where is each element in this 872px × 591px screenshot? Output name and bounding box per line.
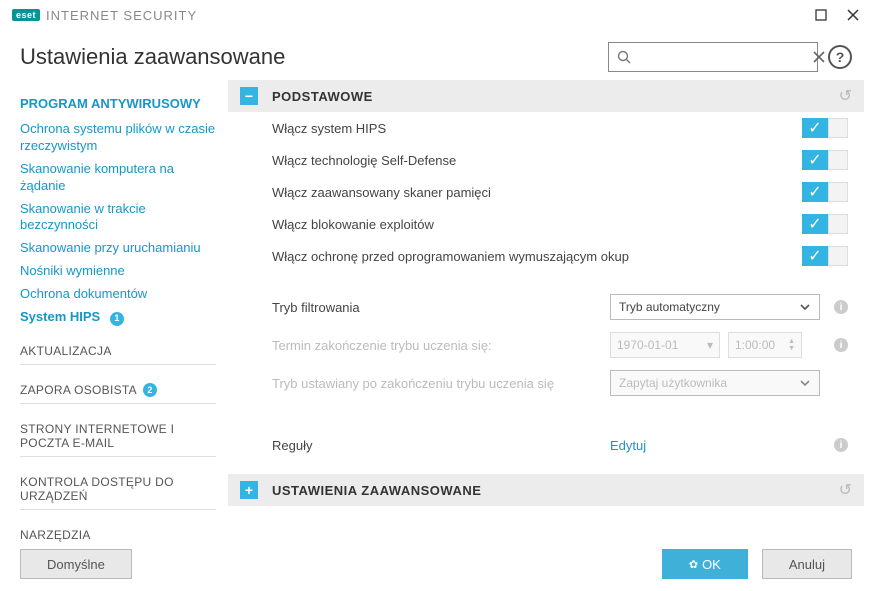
header: Ustawienia zaawansowane ? bbox=[0, 30, 872, 80]
chevron-down-icon bbox=[799, 301, 811, 313]
filter-mode-select[interactable]: Tryb automatyczny bbox=[610, 294, 820, 320]
titlebar: eset INTERNET SECURITY bbox=[0, 0, 872, 30]
row-after-learn: Tryb ustawiany po zakończeniu trybu ucze… bbox=[228, 364, 864, 402]
section-title: USTAWIENIA ZAAWANSOWANE bbox=[272, 483, 481, 498]
row-learn-end: Termin zakończenie trybu uczenia się: 19… bbox=[228, 326, 864, 364]
gear-icon: ✿ bbox=[689, 558, 698, 571]
sidebar-item-documents[interactable]: Ochrona dokumentów bbox=[20, 286, 216, 303]
sidebar-section-update[interactable]: AKTUALIZACJA bbox=[20, 344, 216, 358]
label: Termin zakończenie trybu uczenia się: bbox=[272, 338, 610, 353]
row-memscan: Włącz zaawansowany skaner pamięci ✓ bbox=[228, 176, 864, 208]
divider bbox=[20, 403, 216, 404]
toggle-label: Włącz technologię Self-Defense bbox=[272, 153, 802, 168]
chevron-down-icon bbox=[799, 377, 811, 389]
reset-icon[interactable]: ↺ bbox=[839, 480, 852, 500]
window-maximize-icon[interactable] bbox=[814, 8, 828, 22]
sidebar-item-ondemand[interactable]: Skanowanie komputera na żądanie bbox=[20, 161, 216, 195]
brand-logo: eset bbox=[12, 9, 40, 21]
row-ransomware: Włącz ochronę przed oprogramowaniem wymu… bbox=[228, 240, 864, 272]
label: Tryb ustawiany po zakończeniu trybu ucze… bbox=[272, 376, 610, 391]
toggle-label: Włącz zaawansowany skaner pamięci bbox=[272, 185, 802, 200]
cancel-button[interactable]: Anuluj bbox=[762, 549, 852, 579]
row-selfdefense: Włącz technologię Self-Defense ✓ bbox=[228, 144, 864, 176]
search-icon bbox=[617, 50, 631, 64]
ok-button[interactable]: ✿ OK bbox=[662, 549, 748, 579]
sidebar-item-startup[interactable]: Skanowanie przy uruchamianiu bbox=[20, 240, 216, 257]
spinner-icon: ▲▼ bbox=[788, 338, 795, 352]
window-close-icon[interactable] bbox=[846, 8, 860, 22]
toggle-hips[interactable]: ✓ bbox=[802, 118, 848, 138]
after-learn-select: Zapytaj użytkownika bbox=[610, 370, 820, 396]
default-button[interactable]: Domyślne bbox=[20, 549, 132, 579]
product-name: INTERNET SECURITY bbox=[46, 8, 197, 23]
toggle-label: Włącz blokowanie exploitów bbox=[272, 217, 802, 232]
divider bbox=[20, 456, 216, 457]
select-value: Zapytaj użytkownika bbox=[619, 376, 727, 390]
sidebar-item-label: System HIPS bbox=[20, 309, 100, 324]
sidebar-section-label: ZAPORA OSOBISTA bbox=[20, 383, 137, 397]
content: − PODSTAWOWE ↺ Włącz system HIPS ✓ Włącz… bbox=[228, 80, 872, 548]
help-icon[interactable]: ? bbox=[828, 45, 852, 69]
sidebar-section-webmail[interactable]: STRONY INTERNETOWE I POCZTA E-MAIL bbox=[20, 422, 216, 450]
toggle-label: Włącz ochronę przed oprogramowaniem wymu… bbox=[272, 249, 802, 264]
calendar-drop-icon: ▾ bbox=[707, 338, 713, 352]
divider bbox=[20, 509, 216, 510]
footer: Domyślne ✿ OK Anuluj bbox=[0, 537, 872, 591]
sidebar: PROGRAM ANTYWIRUSOWY Ochrona systemu pli… bbox=[0, 80, 228, 548]
row-hips-enable: Włącz system HIPS ✓ bbox=[228, 112, 864, 144]
badge-icon: 1 bbox=[110, 312, 124, 326]
learn-end-time: 1:00:00 ▲▼ bbox=[728, 332, 802, 358]
sidebar-section-firewall[interactable]: ZAPORA OSOBISTA 2 bbox=[20, 383, 216, 397]
info-icon[interactable]: i bbox=[834, 438, 848, 452]
ok-label: OK bbox=[702, 557, 721, 572]
toggle-exploit[interactable]: ✓ bbox=[802, 214, 848, 234]
sidebar-item-removable[interactable]: Nośniki wymienne bbox=[20, 263, 216, 280]
sidebar-item-realtime[interactable]: Ochrona systemu plików w czasie rzeczywi… bbox=[20, 121, 216, 155]
collapse-icon[interactable]: − bbox=[240, 87, 258, 105]
select-value: Tryb automatyczny bbox=[619, 300, 720, 314]
info-icon[interactable]: i bbox=[834, 338, 848, 352]
row-rules: Reguły Edytuj i bbox=[228, 430, 864, 460]
section-basic-header[interactable]: − PODSTAWOWE ↺ bbox=[228, 80, 864, 112]
toggle-memscan[interactable]: ✓ bbox=[802, 182, 848, 202]
row-exploit: Włącz blokowanie exploitów ✓ bbox=[228, 208, 864, 240]
clear-search-icon[interactable] bbox=[813, 51, 825, 63]
learn-end-date: 1970-01-01 ▾ bbox=[610, 332, 720, 358]
info-icon[interactable]: i bbox=[834, 300, 848, 314]
toggle-ransomware[interactable]: ✓ bbox=[802, 246, 848, 266]
section-title: PODSTAWOWE bbox=[272, 89, 373, 104]
reset-icon[interactable]: ↺ bbox=[839, 86, 852, 106]
rules-edit-link[interactable]: Edytuj bbox=[610, 438, 646, 453]
toggle-selfdefense[interactable]: ✓ bbox=[802, 150, 848, 170]
time-value: 1:00:00 bbox=[735, 338, 775, 352]
divider bbox=[20, 364, 216, 365]
sidebar-item-idle[interactable]: Skanowanie w trakcie bezczynności bbox=[20, 201, 216, 235]
search-input[interactable] bbox=[637, 50, 813, 65]
sidebar-heading-antivirus[interactable]: PROGRAM ANTYWIRUSOWY bbox=[20, 96, 216, 111]
expand-icon[interactable]: + bbox=[240, 481, 258, 499]
sidebar-item-hips[interactable]: System HIPS 1 bbox=[20, 309, 216, 326]
badge-icon: 2 bbox=[143, 383, 157, 397]
sidebar-section-device[interactable]: KONTROLA DOSTĘPU DO URZĄDZEŃ bbox=[20, 475, 216, 503]
page-title: Ustawienia zaawansowane bbox=[20, 44, 285, 70]
search-box[interactable] bbox=[608, 42, 818, 72]
row-filter-mode: Tryb filtrowania Tryb automatyczny i bbox=[228, 288, 864, 326]
label: Reguły bbox=[272, 438, 610, 453]
toggle-label: Włącz system HIPS bbox=[272, 121, 802, 136]
label: Tryb filtrowania bbox=[272, 300, 610, 315]
date-value: 1970-01-01 bbox=[617, 338, 678, 352]
section-advanced-header[interactable]: + USTAWIENIA ZAAWANSOWANE ↺ bbox=[228, 474, 864, 506]
